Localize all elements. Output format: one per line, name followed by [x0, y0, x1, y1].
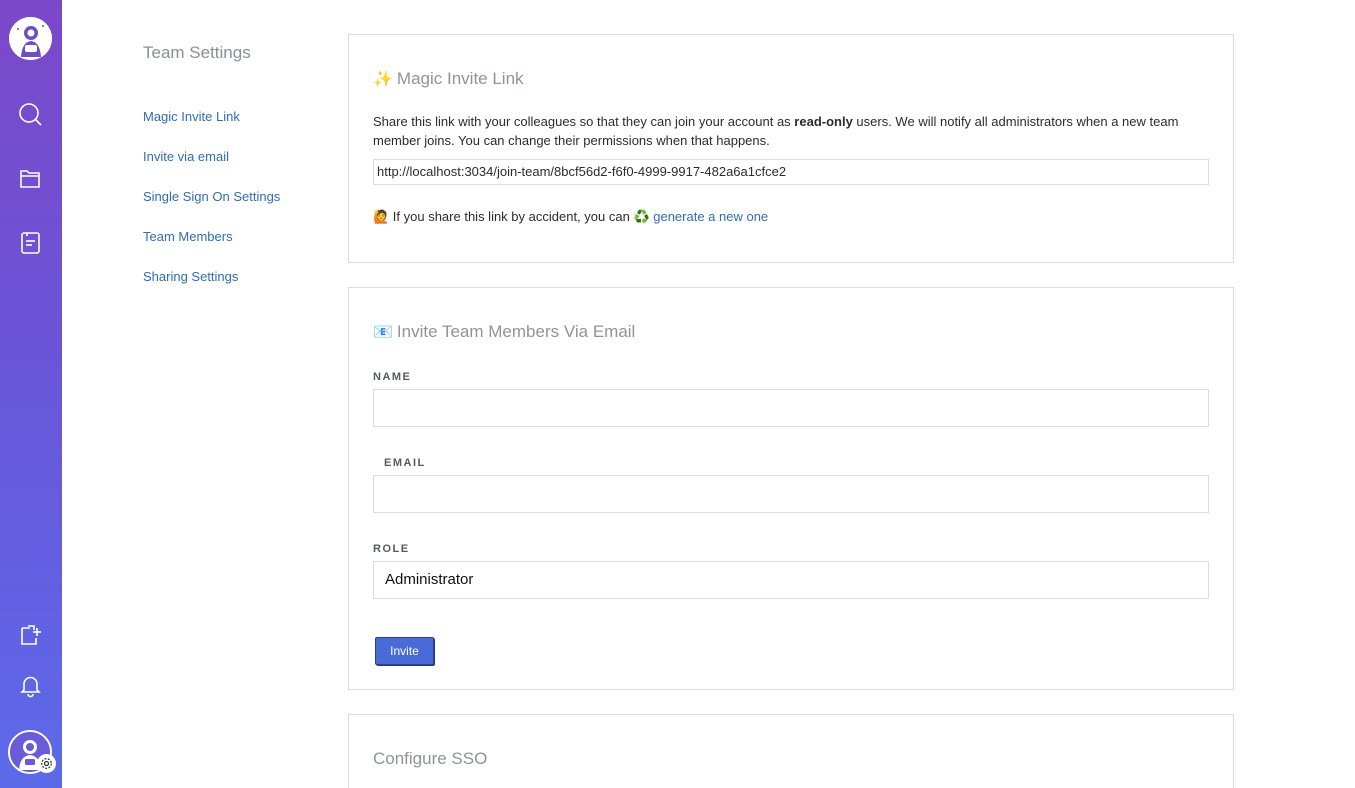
- generate-new-link[interactable]: ♻️ generate a new one: [633, 209, 768, 224]
- role-selected-value: Administrator: [385, 571, 474, 588]
- name-input[interactable]: [373, 389, 1209, 427]
- regenerate-hint: 🙋 If you share this link by accident, yo…: [373, 209, 769, 224]
- new-document-icon[interactable]: [18, 623, 43, 648]
- raised-hand-icon: 🙋: [373, 209, 390, 224]
- configure-sso-card: Configure SSO: [348, 714, 1234, 788]
- invite-link-field[interactable]: http://localhost:3034/join-team/8bcf56d2…: [373, 159, 1209, 185]
- invite-button[interactable]: Invite: [375, 637, 434, 665]
- magic-invite-heading: ✨ Magic Invite Link: [373, 69, 524, 88]
- role-label: ROLE: [373, 543, 410, 555]
- recycle-icon: ♻️: [633, 209, 650, 224]
- nav-magic-invite-link[interactable]: Magic Invite Link: [143, 108, 280, 148]
- bell-icon[interactable]: [18, 673, 43, 698]
- magic-invite-card: ✨ Magic Invite Link Share this link with …: [348, 34, 1234, 263]
- search-icon[interactable]: [18, 102, 43, 127]
- email-input[interactable]: [373, 475, 1209, 513]
- invite-email-card: 📧 Invite Team Members Via Email NAME EMAI…: [348, 287, 1234, 690]
- settings-nav: Magic Invite Link Invite via email Singl…: [143, 108, 280, 308]
- folder-icon[interactable]: [18, 166, 43, 191]
- nav-single-sign-on-settings[interactable]: Single Sign On Settings: [143, 188, 280, 228]
- nav-invite-via-email[interactable]: Invite via email: [143, 148, 280, 188]
- app-logo[interactable]: [9, 17, 52, 60]
- envelope-icon: 📧: [373, 324, 393, 341]
- email-label: EMAIL: [384, 457, 426, 469]
- settings-gear-icon[interactable]: [37, 754, 56, 773]
- settings-title: Team Settings: [143, 43, 251, 62]
- invite-email-heading: 📧 Invite Team Members Via Email: [373, 322, 636, 341]
- document-icon[interactable]: [18, 230, 43, 255]
- magic-invite-description: Share this link with your colleagues so …: [373, 114, 1179, 148]
- configure-sso-heading: Configure SSO: [373, 749, 488, 768]
- name-label: NAME: [373, 371, 412, 383]
- app-sidebar-rail: [0, 0, 62, 788]
- nav-team-members[interactable]: Team Members: [143, 228, 280, 268]
- nav-sharing-settings[interactable]: Sharing Settings: [143, 268, 280, 308]
- sparkles-icon: ✨: [373, 71, 393, 88]
- role-select[interactable]: Administrator: [373, 561, 1209, 599]
